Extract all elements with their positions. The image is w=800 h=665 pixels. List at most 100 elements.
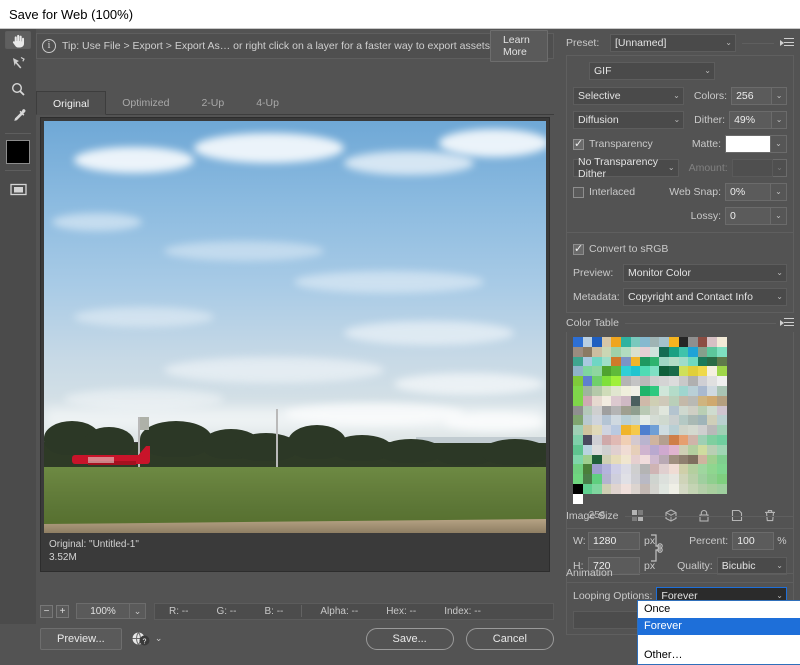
color-swatch[interactable] xyxy=(717,484,727,494)
color-swatch[interactable] xyxy=(602,464,612,474)
color-swatch[interactable] xyxy=(621,455,631,465)
color-swatch[interactable] xyxy=(650,415,660,425)
hand-tool[interactable] xyxy=(5,31,31,49)
color-swatch[interactable] xyxy=(583,406,593,416)
color-swatch[interactable] xyxy=(631,464,641,474)
color-swatch[interactable] xyxy=(592,376,602,386)
color-swatch[interactable] xyxy=(640,464,650,474)
color-swatch[interactable] xyxy=(659,415,669,425)
color-swatch[interactable] xyxy=(640,357,650,367)
color-swatch[interactable] xyxy=(583,386,593,396)
preview-button[interactable]: Preview... xyxy=(40,628,122,650)
color-swatch[interactable] xyxy=(669,376,679,386)
color-swatch[interactable] xyxy=(631,415,641,425)
color-swatch[interactable] xyxy=(573,406,583,416)
color-swatch[interactable] xyxy=(602,337,612,347)
color-swatch[interactable] xyxy=(592,445,602,455)
convert-to-srgb-checkbox[interactable] xyxy=(573,244,584,255)
preview-in-browser-icon[interactable]: ? xyxy=(130,629,152,649)
color-swatch[interactable] xyxy=(631,445,641,455)
color-swatch[interactable] xyxy=(592,406,602,416)
color-swatch[interactable] xyxy=(688,376,698,386)
color-swatch[interactable] xyxy=(611,347,621,357)
dither-field[interactable]: 49% xyxy=(729,111,772,129)
color-swatch[interactable] xyxy=(573,425,583,435)
color-swatch[interactable] xyxy=(631,357,641,367)
color-swatch[interactable] xyxy=(679,366,689,376)
color-swatch[interactable] xyxy=(659,386,669,396)
color-swatch[interactable] xyxy=(592,337,602,347)
color-swatch[interactable] xyxy=(583,455,593,465)
color-swatch[interactable] xyxy=(679,435,689,445)
color-swatch[interactable] xyxy=(583,337,593,347)
tab-optimized[interactable]: Optimized xyxy=(106,91,185,115)
file-format-select[interactable]: GIF⌄ xyxy=(589,62,715,80)
color-swatch[interactable] xyxy=(583,474,593,484)
preset-select[interactable]: [Unnamed]⌄ xyxy=(610,34,736,52)
color-swatch[interactable] xyxy=(650,406,660,416)
color-swatch[interactable] xyxy=(640,347,650,357)
tab-4up[interactable]: 4-Up xyxy=(240,91,295,115)
color-swatch[interactable] xyxy=(707,366,717,376)
color-swatch[interactable] xyxy=(669,474,679,484)
color-swatch[interactable] xyxy=(621,357,631,367)
color-swatch[interactable] xyxy=(573,484,583,494)
color-swatch[interactable] xyxy=(573,415,583,425)
transparency-dither-select[interactable]: No Transparency Dither⌄ xyxy=(573,159,679,177)
color-swatch[interactable] xyxy=(573,366,583,376)
color-swatch[interactable] xyxy=(669,366,679,376)
color-swatch[interactable] xyxy=(669,464,679,474)
color-swatch[interactable] xyxy=(611,376,621,386)
color-swatch[interactable] xyxy=(621,337,631,347)
color-swatch[interactable] xyxy=(688,435,698,445)
color-swatch[interactable] xyxy=(688,366,698,376)
color-swatch[interactable] xyxy=(583,464,593,474)
color-swatch[interactable] xyxy=(650,366,660,376)
color-swatch[interactable] xyxy=(717,445,727,455)
color-swatch[interactable] xyxy=(583,366,593,376)
color-swatch[interactable] xyxy=(602,406,612,416)
color-swatch[interactable] xyxy=(640,386,650,396)
color-swatch[interactable] xyxy=(621,484,631,494)
color-swatch[interactable] xyxy=(602,366,612,376)
color-swatch[interactable] xyxy=(698,445,708,455)
color-swatch[interactable] xyxy=(688,474,698,484)
color-swatch[interactable] xyxy=(707,445,717,455)
color-swatch[interactable] xyxy=(611,484,621,494)
color-swatch[interactable] xyxy=(688,406,698,416)
color-swatch[interactable] xyxy=(631,474,641,484)
color-swatch[interactable] xyxy=(621,425,631,435)
color-swatch[interactable] xyxy=(679,396,689,406)
color-swatch[interactable] xyxy=(640,484,650,494)
color-swatch[interactable] xyxy=(650,386,660,396)
constrain-proportions-icon[interactable] xyxy=(649,533,663,566)
color-swatch[interactable] xyxy=(707,386,717,396)
color-swatch[interactable] xyxy=(650,376,660,386)
color-swatch[interactable] xyxy=(602,425,612,435)
color-swatch[interactable] xyxy=(717,435,727,445)
color-swatch[interactable] xyxy=(592,396,602,406)
color-swatch[interactable] xyxy=(679,337,689,347)
zoom-tool[interactable] xyxy=(5,77,31,101)
matte-color-swatch[interactable] xyxy=(725,135,771,153)
color-swatch[interactable] xyxy=(659,396,669,406)
color-swatch[interactable] xyxy=(573,455,583,465)
color-swatch[interactable] xyxy=(707,474,717,484)
color-swatch[interactable] xyxy=(592,455,602,465)
chevron-down-icon[interactable]: ⌄ xyxy=(130,603,146,619)
colors-field[interactable]: 256 xyxy=(731,87,772,105)
color-swatch[interactable] xyxy=(621,406,631,416)
color-swatch[interactable] xyxy=(583,376,593,386)
color-swatch[interactable] xyxy=(698,347,708,357)
color-swatch[interactable] xyxy=(602,357,612,367)
color-swatch[interactable] xyxy=(688,337,698,347)
color-swatch[interactable] xyxy=(707,396,717,406)
color-swatch[interactable] xyxy=(583,445,593,455)
color-swatch[interactable] xyxy=(611,415,621,425)
color-swatch[interactable] xyxy=(592,366,602,376)
color-swatch[interactable] xyxy=(717,474,727,484)
eyedropper-tool[interactable] xyxy=(5,103,31,127)
color-swatch[interactable] xyxy=(669,386,679,396)
color-swatch[interactable] xyxy=(717,366,727,376)
color-swatch[interactable] xyxy=(659,445,669,455)
